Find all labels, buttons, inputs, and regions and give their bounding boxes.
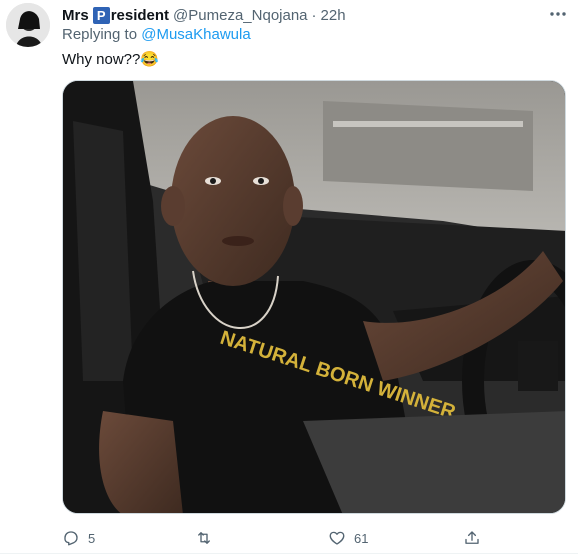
timestamp[interactable]: 22h xyxy=(321,7,346,24)
replying-to-mention[interactable]: @MusaKhawula xyxy=(141,26,250,43)
display-name[interactable]: Mrs xyxy=(62,7,89,24)
like-button[interactable]: 61 xyxy=(328,526,368,550)
retweet-button[interactable] xyxy=(195,526,221,550)
share-button[interactable] xyxy=(463,526,489,550)
tweet[interactable]: Mrs P resident @Pumeza_Nqojana · 22h Rep… xyxy=(0,0,578,554)
parking-badge-icon: P xyxy=(92,6,110,24)
replying-to-label: Replying to xyxy=(62,26,138,43)
tweet-actions-bar: 5 61 xyxy=(62,526,532,550)
tweet-text: Why now??😂 xyxy=(62,51,160,68)
share-icon xyxy=(463,529,481,547)
reply-button[interactable]: 5 xyxy=(62,526,95,550)
avatar[interactable] xyxy=(6,3,50,47)
tweet-header: Mrs P resident @Pumeza_Nqojana · 22h xyxy=(62,5,346,25)
heart-icon xyxy=(328,529,346,547)
reply-count: 5 xyxy=(88,530,96,546)
tweet-media-image[interactable]: NATURAL BORN WINNER xyxy=(62,80,566,514)
reply-icon xyxy=(62,529,80,547)
like-count: 61 xyxy=(354,530,369,546)
user-handle[interactable]: @Pumeza_Nqojana xyxy=(173,7,307,24)
replying-to-line: Replying to @MusaKhawula xyxy=(62,26,251,43)
display-name-rest[interactable]: resident xyxy=(111,7,169,24)
more-horizontal-icon[interactable] xyxy=(548,6,568,22)
retweet-icon xyxy=(195,529,213,547)
separator-dot: · xyxy=(311,6,317,24)
